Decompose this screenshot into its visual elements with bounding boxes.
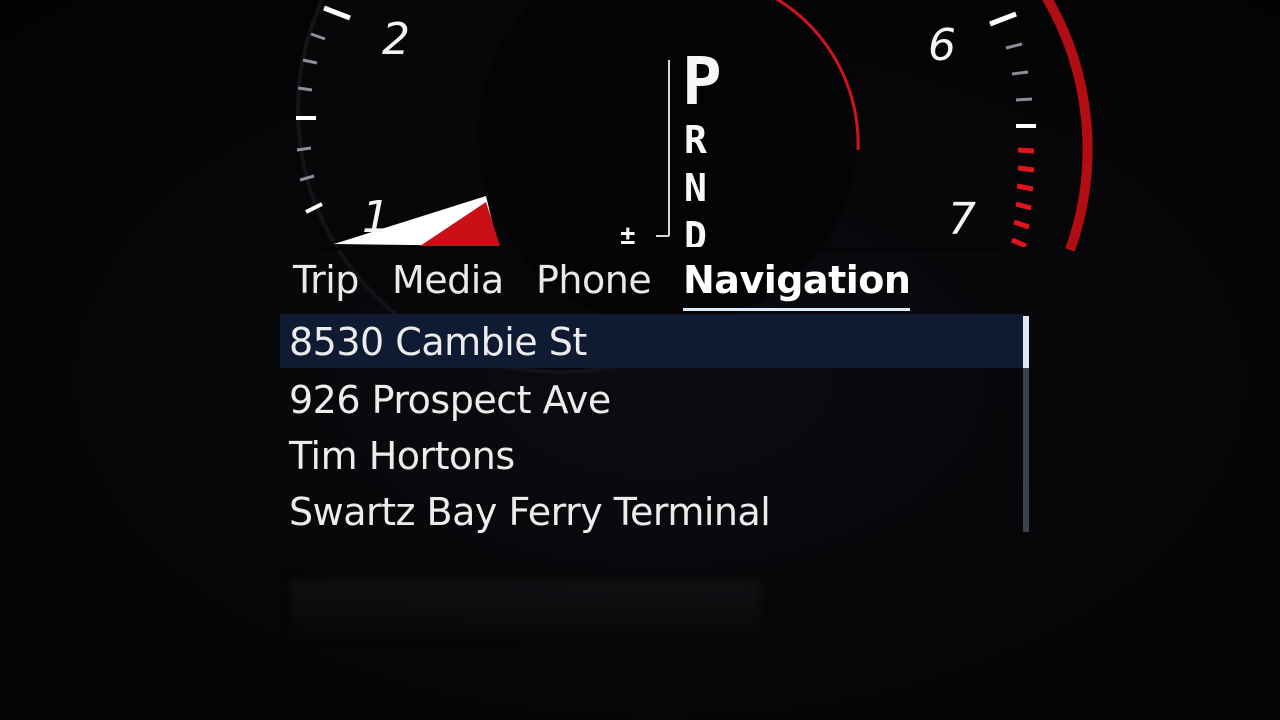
gauge-label-6: 6	[928, 20, 956, 71]
gauge-label-2: 2	[382, 14, 410, 65]
gear-current: P	[682, 43, 722, 120]
scrollbar-thumb[interactable]	[1023, 316, 1029, 368]
destination-list: 8530 Cambie St 926 Prospect Ave Tim Hort…	[280, 314, 1024, 534]
tab-media[interactable]: Media	[392, 252, 504, 308]
tab-phone[interactable]: Phone	[536, 252, 652, 308]
tab-trip[interactable]: Trip	[293, 252, 359, 308]
destination-item-3[interactable]: Tim Hortons	[280, 428, 1024, 482]
gear-option-r: R	[684, 118, 707, 162]
instrument-cluster: 1 2 6 7 P R N D ± Trip Media Phone Navig…	[0, 0, 1280, 720]
gauge-label-1: 1	[362, 192, 390, 243]
gear-option-n: N	[684, 166, 707, 210]
list-scrollbar[interactable]	[1023, 316, 1029, 532]
gauge-label-7: 7	[948, 194, 976, 245]
tab-navigation[interactable]: Navigation	[683, 252, 911, 311]
redline-arc	[1042, 0, 1093, 252]
destination-item-2[interactable]: 926 Prospect Ave	[280, 372, 1024, 426]
destination-item-4[interactable]: Swartz Bay Ferry Terminal	[280, 484, 1024, 538]
screen-reflection	[290, 580, 760, 640]
right-gauge-ticks	[989, 11, 1036, 249]
destination-item-1[interactable]: 8530 Cambie St	[280, 314, 1024, 368]
